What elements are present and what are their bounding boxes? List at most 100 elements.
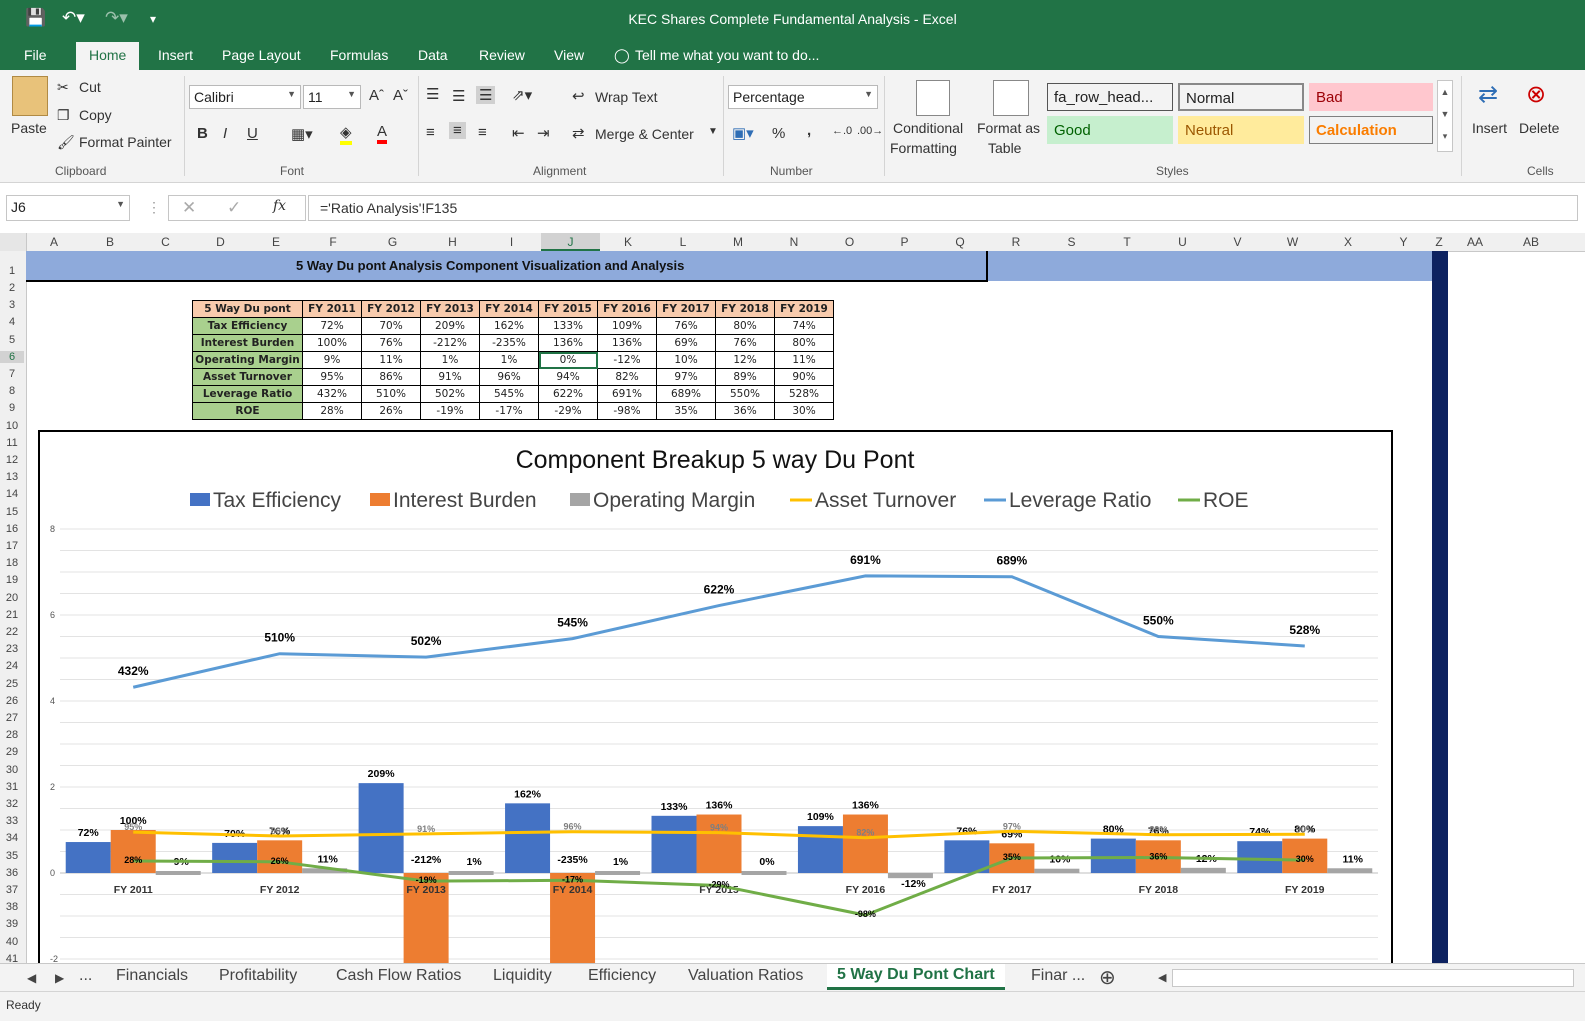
conditional-formatting-label-1[interactable]: Conditional xyxy=(893,120,963,136)
table-cell[interactable]: 30% xyxy=(774,402,834,420)
column-header-a[interactable]: A xyxy=(26,235,82,249)
style-cell-calculation[interactable]: Calculation xyxy=(1309,116,1433,144)
column-header-y[interactable]: Y xyxy=(1376,235,1431,249)
sheet-tab-more[interactable]: ... xyxy=(79,967,92,985)
tab-home[interactable]: Home xyxy=(76,42,140,70)
insert-button[interactable]: Insert xyxy=(1472,120,1507,136)
insert-function-icon[interactable]: fx xyxy=(273,198,286,214)
style-cell-bad[interactable]: Bad xyxy=(1309,83,1433,111)
scroll-tabs-left-icon[interactable]: ◀ xyxy=(27,971,36,985)
table-cell[interactable]: 72% xyxy=(302,317,362,335)
sheet-tab-financials[interactable]: Financials xyxy=(116,967,188,985)
column-header-r[interactable]: R xyxy=(988,235,1044,249)
row-header-16[interactable]: 16 xyxy=(0,523,24,535)
fill-color-icon[interactable]: ◈ xyxy=(340,123,352,145)
row-header-34[interactable]: 34 xyxy=(0,832,24,844)
table-cell[interactable]: 91% xyxy=(420,368,480,386)
table-cell[interactable]: 9% xyxy=(302,351,362,369)
table-cell[interactable]: 691% xyxy=(597,385,657,403)
row-header-10[interactable]: 10 xyxy=(0,420,24,432)
tab-review[interactable]: Review xyxy=(479,47,525,63)
row-header-31[interactable]: 31 xyxy=(0,781,24,793)
table-cell[interactable]: 133% xyxy=(538,317,598,335)
sheet-tab-liquidity[interactable]: Liquidity xyxy=(493,967,552,985)
row-header-27[interactable]: 27 xyxy=(0,712,24,724)
table-cell[interactable]: 26% xyxy=(361,402,421,420)
table-cell[interactable]: -29% xyxy=(538,402,598,420)
new-sheet-icon[interactable]: ⊕ xyxy=(1099,965,1116,990)
format-as-table-label-1[interactable]: Format as xyxy=(977,120,1040,136)
format-painter-button[interactable]: Format Painter xyxy=(79,134,172,150)
conditional-formatting-icon[interactable] xyxy=(916,80,950,116)
table-row-label[interactable]: Tax Efficiency xyxy=(192,317,303,335)
middle-align-icon[interactable]: ☰ xyxy=(452,87,465,105)
underline-button[interactable]: U xyxy=(247,125,258,142)
row-header-2[interactable]: 2 xyxy=(0,282,24,294)
table-cell[interactable]: 86% xyxy=(361,368,421,386)
table-cell[interactable]: -12% xyxy=(597,351,657,369)
column-header-d[interactable]: D xyxy=(193,235,248,249)
comma-style-button[interactable]: , xyxy=(807,122,811,139)
orientation-icon[interactable]: ⇗▾ xyxy=(512,86,532,104)
table-cell[interactable]: 550% xyxy=(715,385,775,403)
column-header-w[interactable]: W xyxy=(1265,235,1320,249)
table-header-year[interactable]: FY 2014 xyxy=(479,300,539,318)
align-center-icon[interactable]: ≡ xyxy=(449,122,466,139)
tab-data[interactable]: Data xyxy=(418,47,448,63)
row-header-20[interactable]: 20 xyxy=(0,592,24,604)
copy-button[interactable]: Copy xyxy=(79,107,112,123)
formula-input[interactable]: ='Ratio Analysis'!F135 xyxy=(308,195,1578,221)
scroll-tabs-right-icon[interactable]: ▶ xyxy=(55,971,64,985)
table-cell[interactable]: 622% xyxy=(538,385,598,403)
select-all-corner[interactable] xyxy=(0,233,27,251)
table-header-year[interactable]: FY 2013 xyxy=(420,300,480,318)
tab-view[interactable]: View xyxy=(554,47,584,63)
font-name-combo[interactable]: Calibri ▼ xyxy=(189,85,301,109)
number-format-combo[interactable]: Percentage ▼ xyxy=(728,85,878,109)
table-cell[interactable]: 11% xyxy=(361,351,421,369)
table-cell[interactable]: -19% xyxy=(420,402,480,420)
row-header-1[interactable]: 1 xyxy=(0,265,24,277)
styles-scroll-icon[interactable]: ▲ ▼ ▾ xyxy=(1437,80,1453,152)
table-cell[interactable]: 70% xyxy=(361,317,421,335)
row-header-23[interactable]: 23 xyxy=(0,643,24,655)
format-painter-icon[interactable]: 🖌 xyxy=(57,134,75,151)
merge-center-icon[interactable]: ⇄ xyxy=(572,124,585,142)
sheet-tab-5-way-du-pont-chart[interactable]: 5 Way Du Pont Chart xyxy=(827,964,1005,990)
table-cell[interactable]: 136% xyxy=(538,334,598,352)
column-header-m[interactable]: M xyxy=(710,235,766,249)
increase-decimal-icon[interactable]: ←.0 xyxy=(832,125,852,137)
table-cell[interactable]: -17% xyxy=(479,402,539,420)
row-header-9[interactable]: 9 xyxy=(0,402,24,414)
column-header-e[interactable]: E xyxy=(248,235,304,249)
column-header-q[interactable]: Q xyxy=(932,235,988,249)
tab-page-layout[interactable]: Page Layout xyxy=(222,47,301,63)
percent-style-button[interactable]: % xyxy=(772,125,785,142)
table-cell[interactable]: 82% xyxy=(597,368,657,386)
table-row-label[interactable]: Operating Margin xyxy=(192,351,303,369)
title-banner[interactable]: 5 Way Du pont Analysis Component Visuali… xyxy=(26,251,1432,282)
row-header-19[interactable]: 19 xyxy=(0,574,24,586)
align-left-icon[interactable]: ≡ xyxy=(426,124,435,141)
row-header-24[interactable]: 24 xyxy=(0,660,24,672)
horizontal-scrollbar[interactable] xyxy=(1172,969,1574,987)
column-header-ab[interactable]: AB xyxy=(1503,235,1559,249)
dupont-chart[interactable]: Component Breakup 5 way Du Pont Tax Effic… xyxy=(38,430,1393,979)
column-header-t[interactable]: T xyxy=(1099,235,1155,249)
style-cell-neutral[interactable]: Neutral xyxy=(1178,116,1304,144)
row-header-25[interactable]: 25 xyxy=(0,678,24,690)
row-header-14[interactable]: 14 xyxy=(0,488,24,500)
sheet-tab-profitability[interactable]: Profitability xyxy=(219,967,297,985)
table-cell[interactable]: 162% xyxy=(479,317,539,335)
table-header-year[interactable]: FY 2017 xyxy=(656,300,716,318)
table-header-year[interactable]: FY 2011 xyxy=(302,300,362,318)
row-header-36[interactable]: 36 xyxy=(0,867,24,879)
table-cell[interactable]: 28% xyxy=(302,402,362,420)
table-header-year[interactable]: FY 2016 xyxy=(597,300,657,318)
row-header-37[interactable]: 37 xyxy=(0,884,24,896)
row-header-35[interactable]: 35 xyxy=(0,850,24,862)
row-header-13[interactable]: 13 xyxy=(0,471,24,483)
table-row-label[interactable]: ROE xyxy=(192,402,303,420)
style-cell-good[interactable]: Good xyxy=(1047,116,1173,144)
column-header-f[interactable]: F xyxy=(304,235,362,249)
